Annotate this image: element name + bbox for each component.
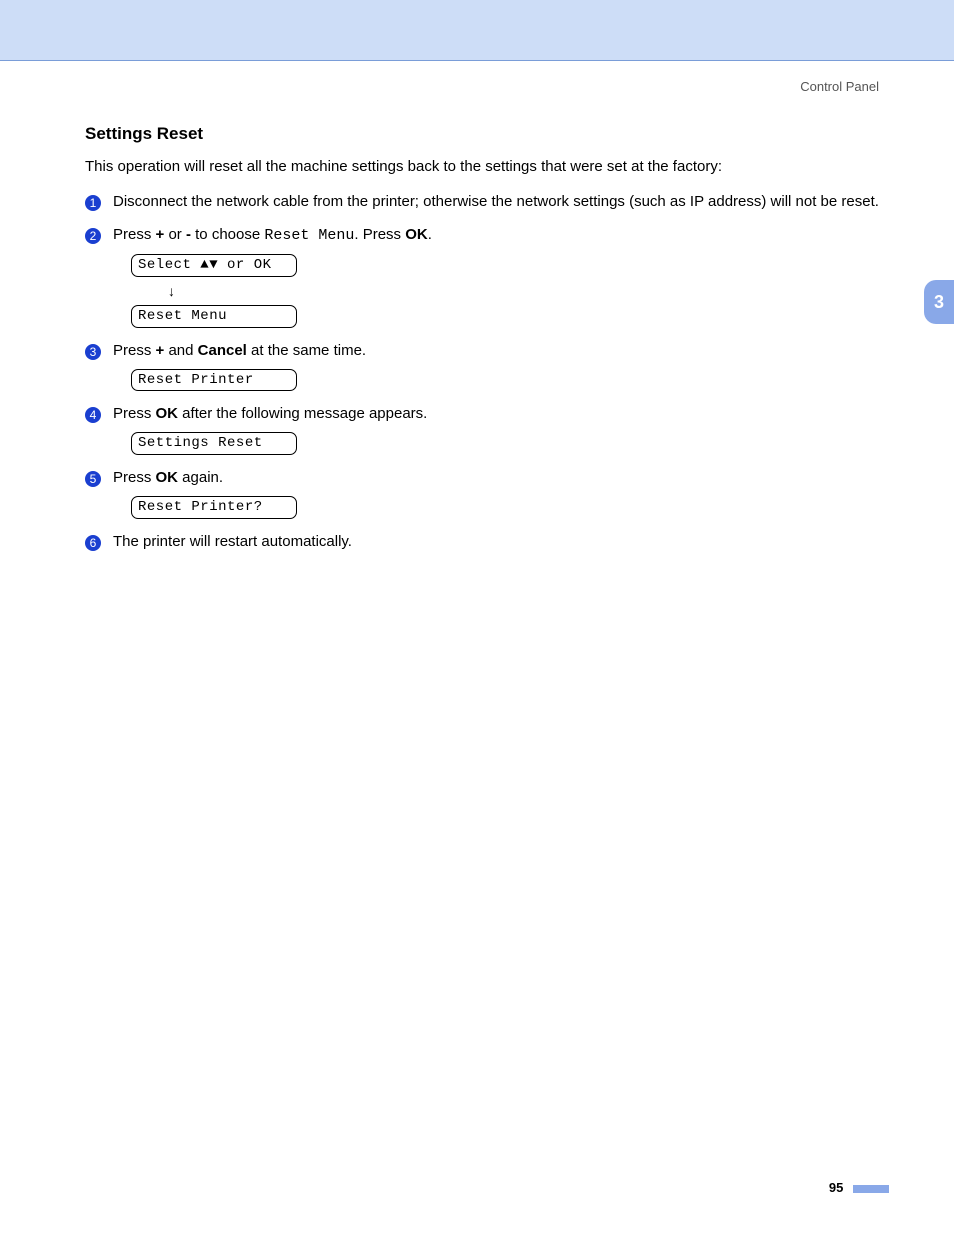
lcd-display: Reset Printer? [131, 496, 297, 519]
section-intro: This operation will reset all the machin… [85, 158, 889, 175]
breadcrumb: Control Panel [0, 61, 954, 94]
step-body: The printer will restart automatically. [113, 533, 889, 556]
lcd-display: Select ▲▼ or OK [131, 254, 297, 277]
step-bullet: 4 [85, 407, 101, 423]
step-body: Disconnect the network cable from the pr… [113, 193, 889, 216]
key-plus: + [156, 342, 165, 359]
step-text: Press OK after the following message app… [113, 405, 889, 422]
text: . [428, 226, 432, 243]
step-body: Press OK again. Reset Printer? [113, 469, 889, 523]
step-bullet: 6 [85, 535, 101, 551]
step-1: 1 Disconnect the network cable from the … [85, 193, 889, 216]
page-number: 95 [829, 1180, 843, 1195]
key-plus: + [156, 226, 165, 243]
chapter-tab: 3 [924, 280, 954, 324]
key-ok: OK [405, 226, 428, 243]
key-ok: OK [156, 469, 179, 486]
step-5: 5 Press OK again. Reset Printer? [85, 469, 889, 523]
step-6: 6 The printer will restart automatically… [85, 533, 889, 556]
step-4: 4 Press OK after the following message a… [85, 405, 889, 459]
menu-name: Reset Menu [264, 227, 354, 244]
page-footer: 95 [829, 1180, 889, 1195]
step-text: Press + and Cancel at the same time. [113, 342, 889, 359]
step-text: Press OK again. [113, 469, 889, 486]
lcd-display: Reset Printer [131, 369, 297, 392]
text: . Press [354, 226, 405, 243]
key-cancel: Cancel [198, 342, 247, 359]
step-body: Press + and Cancel at the same time. Res… [113, 342, 889, 396]
step-body: Press + or - to choose Reset Menu. Press… [113, 226, 889, 332]
text: Press [113, 469, 156, 486]
section-title: Settings Reset [85, 124, 889, 144]
step-text: Press + or - to choose Reset Menu. Press… [113, 226, 889, 244]
text: Press [113, 342, 156, 359]
page: Control Panel 3 Settings Reset This oper… [0, 0, 954, 1235]
key-ok: OK [156, 405, 179, 422]
step-bullet: 5 [85, 471, 101, 487]
step-body: Press OK after the following message app… [113, 405, 889, 459]
text: again. [178, 469, 223, 486]
footer-accent-bar [853, 1185, 889, 1193]
step-bullet: 1 [85, 195, 101, 211]
lcd-display: Reset Menu [131, 305, 297, 328]
text: Press [113, 405, 156, 422]
content-area: Settings Reset This operation will reset… [0, 94, 954, 556]
step-2: 2 Press + or - to choose Reset Menu. Pre… [85, 226, 889, 332]
text: Press [113, 226, 156, 243]
step-text: Disconnect the network cable from the pr… [113, 193, 889, 210]
text: at the same time. [247, 342, 366, 359]
step-bullet: 2 [85, 228, 101, 244]
lcd-display: Settings Reset [131, 432, 297, 455]
step-text: The printer will restart automatically. [113, 533, 889, 550]
arrow-down-icon: ↓ [168, 281, 889, 301]
text: and [164, 342, 197, 359]
step-bullet: 3 [85, 344, 101, 360]
step-3: 3 Press + and Cancel at the same time. R… [85, 342, 889, 396]
text: after the following message appears. [178, 405, 427, 422]
text: to choose [191, 226, 264, 243]
top-band [0, 0, 954, 61]
text: or [164, 226, 186, 243]
